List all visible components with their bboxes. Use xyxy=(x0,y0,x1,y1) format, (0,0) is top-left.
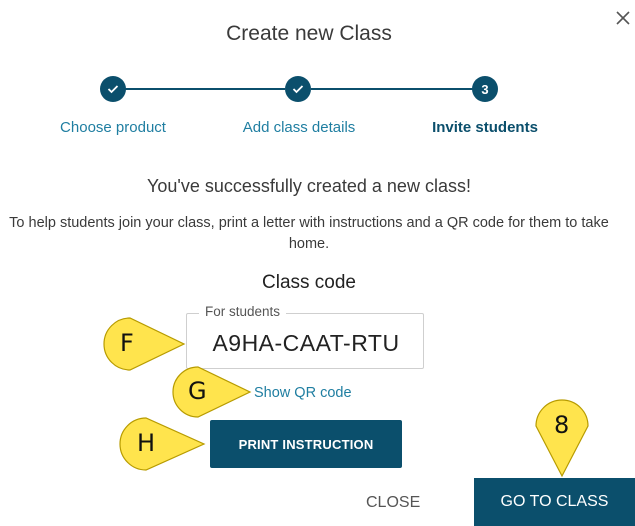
step-3-number: 3 xyxy=(472,76,498,102)
step-3-label: Invite students xyxy=(432,119,538,136)
class-code-field[interactable]: For students A9HA-CAAT-RTU xyxy=(186,304,425,369)
callout-g: G xyxy=(170,364,254,420)
class-code-heading: Class code xyxy=(262,272,356,293)
step-connector xyxy=(311,88,473,90)
callout-8-label: 8 xyxy=(554,411,570,439)
callout-h: H xyxy=(116,414,208,474)
success-message: You've successfully created a new class! xyxy=(147,176,471,196)
show-qr-code-link[interactable]: Show QR code xyxy=(254,385,352,401)
code-field-label: For students xyxy=(199,304,287,319)
step-2-check-icon xyxy=(285,76,311,102)
class-code-value[interactable]: A9HA-CAAT-RTU xyxy=(187,330,425,357)
go-to-class-button[interactable]: GO TO CLASS xyxy=(474,478,635,526)
print-instruction-button[interactable]: PRINT INSTRUCTION xyxy=(210,420,402,468)
step-connector xyxy=(125,88,285,90)
step-1-check-icon xyxy=(100,76,126,102)
callout-8: 8 xyxy=(532,396,592,480)
dialog-title: Create new Class xyxy=(226,22,392,45)
help-text: To help students join your class, print … xyxy=(9,215,609,252)
callout-h-label: H xyxy=(137,429,156,457)
callout-g-label: G xyxy=(188,377,207,405)
callout-f-label: F xyxy=(120,329,134,357)
step-1-label[interactable]: Choose product xyxy=(60,119,166,136)
step-2-label[interactable]: Add class details xyxy=(243,119,356,136)
close-button[interactable]: CLOSE xyxy=(366,494,420,512)
